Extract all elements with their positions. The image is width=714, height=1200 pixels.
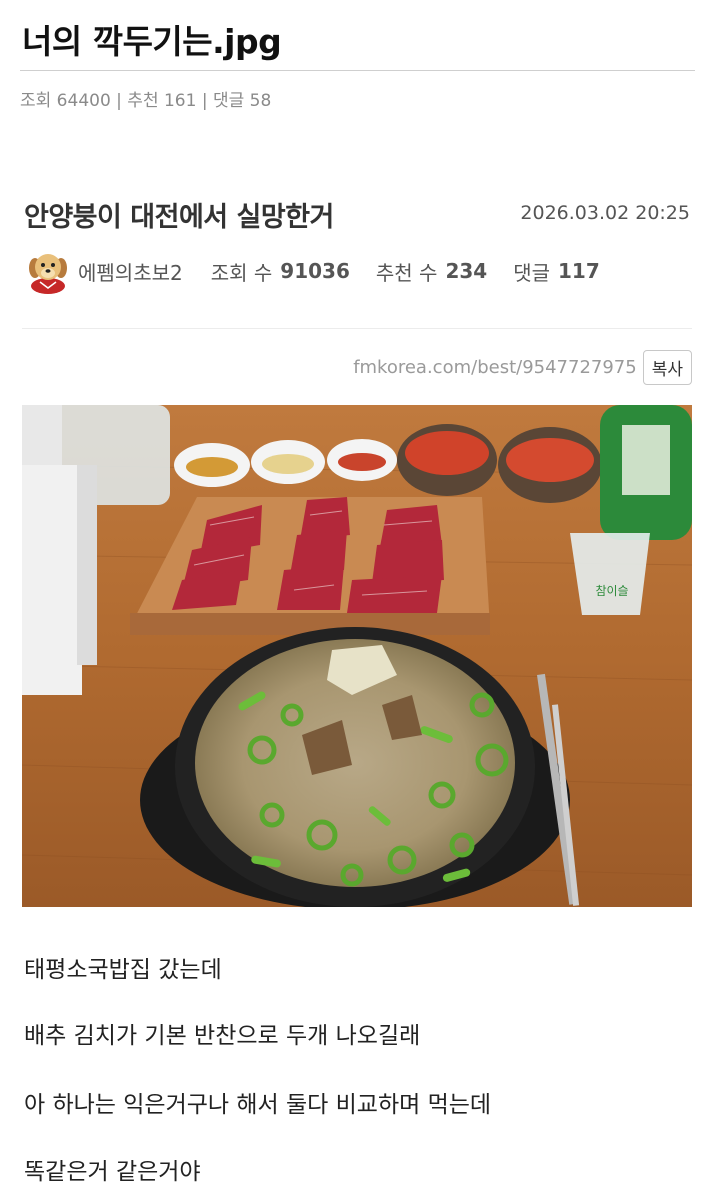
body-line: 아 하나는 익은거구나 해서 둘다 비교하며 먹는데 [24, 1092, 492, 1118]
post-meta: 에펨의초보2 조회 수 91036 추천 수 234 댓글 117 [26, 248, 626, 294]
post-title: 안양붕이 대전에서 실망한거 [24, 202, 334, 233]
title-divider [20, 70, 695, 71]
puppy-avatar-icon[interactable] [26, 248, 70, 294]
recommend-label: 추천 수 [375, 260, 438, 285]
recommend-count: 234 [445, 259, 488, 283]
post-url[interactable]: fmkorea.com/best/9547727975 [353, 357, 637, 378]
post-url-row: fmkorea.com/best/9547727975 복사 [353, 350, 692, 385]
comments-label: 댓글 [513, 260, 551, 285]
body-line: 배추 김치가 기본 반찬으로 두개 나오길래 [24, 1023, 421, 1049]
body-line: 똑같은거 같은거야 [24, 1159, 201, 1185]
comments-count: 117 [558, 259, 600, 283]
meta-divider [22, 328, 692, 329]
views-count: 91036 [280, 259, 350, 283]
views-label: 조회 수 [210, 260, 273, 285]
page-stats: 조회 64400 | 추천 161 | 댓글 58 [20, 91, 272, 111]
copy-url-button[interactable]: 복사 [642, 350, 692, 385]
post-date: 2026.03.02 20:25 [520, 202, 690, 224]
author-name[interactable]: 에펨의초보2 [78, 257, 183, 286]
post-photo[interactable]: 참이슬 [22, 405, 692, 907]
page-title: 너의 깍두기는.jpg [22, 22, 282, 61]
photo-bottle-label: 참이슬 [595, 584, 628, 598]
body-line: 태평소국밥집 갔는데 [24, 957, 222, 983]
